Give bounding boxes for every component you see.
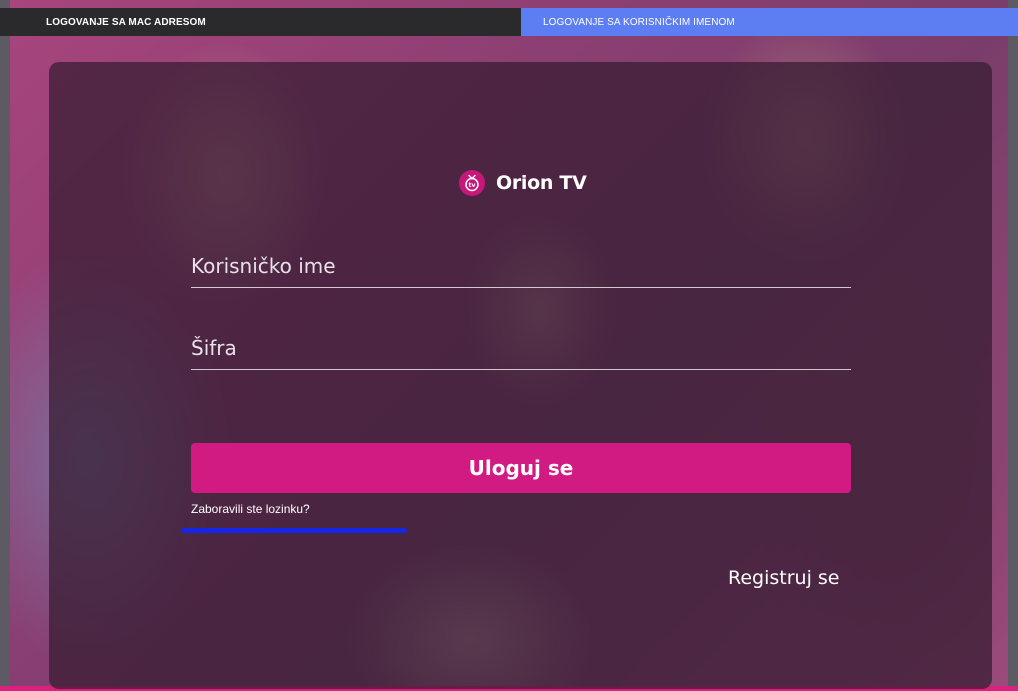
password-input[interactable] bbox=[191, 330, 851, 369]
register-link[interactable]: Registruj se bbox=[728, 567, 840, 589]
login-button[interactable]: Uloguj se bbox=[191, 443, 851, 493]
tab-mac-address-login[interactable]: LOGOVANJE SA MAC ADRESOM bbox=[0, 8, 521, 36]
forgot-password-link[interactable]: Zaboravili ste lozinku? bbox=[191, 502, 310, 516]
brand-name: Orion TV bbox=[496, 172, 587, 194]
focus-highlight-bar bbox=[181, 528, 407, 533]
tv-logo-text: tv bbox=[468, 181, 476, 189]
login-panel bbox=[49, 62, 992, 689]
brand-header: tv Orion TV bbox=[459, 168, 587, 198]
window-edge-right bbox=[1008, 0, 1018, 691]
tv-logo-icon-glyph: tv bbox=[465, 174, 479, 192]
password-field bbox=[191, 330, 851, 370]
tv-logo-icon: tv bbox=[459, 170, 485, 196]
tab-username-login[interactable]: LOGOVANJE SA KORISNIČKIM IMENOM bbox=[521, 8, 1018, 36]
username-input[interactable] bbox=[191, 248, 851, 287]
window-edge-left bbox=[0, 0, 10, 691]
login-method-tabs: LOGOVANJE SA MAC ADRESOM LOGOVANJE SA KO… bbox=[0, 8, 1018, 36]
username-field bbox=[191, 248, 851, 288]
